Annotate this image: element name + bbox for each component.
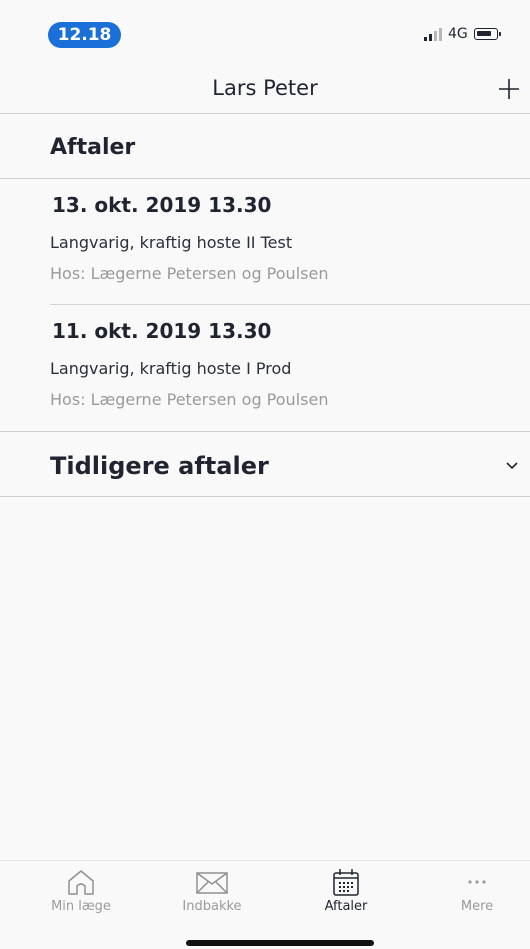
appointment-reason: Langvarig, kraftig hoste II Test xyxy=(50,233,293,252)
house-icon xyxy=(68,870,94,895)
nav-bar: Lars Peter xyxy=(0,62,530,114)
envelope-icon xyxy=(196,872,228,894)
appointments-section-title: Aftaler xyxy=(50,135,136,160)
tab-min-laege[interactable]: Min læge xyxy=(31,867,131,923)
tab-label: Indbakke xyxy=(182,899,242,914)
appointment-clinic: Hos: Lægerne Petersen og Poulsen xyxy=(50,390,329,409)
status-indicators: 4G xyxy=(424,25,501,43)
appointment-reason: Langvarig, kraftig hoste I Prod xyxy=(50,359,292,378)
chevron-down-icon xyxy=(506,462,518,470)
earlier-appointments-title: Tidligere aftaler xyxy=(50,452,269,480)
appointment-date: 11. okt. 2019 13.30 xyxy=(52,319,272,343)
earlier-appointments-toggle[interactable]: Tidligere aftaler xyxy=(0,431,530,497)
appointment-date: 13. okt. 2019 13.30 xyxy=(52,193,272,217)
battery-icon xyxy=(473,28,501,40)
plus-icon xyxy=(499,79,519,99)
status-time: 12.18 xyxy=(48,22,121,48)
appointments-section-header: Aftaler xyxy=(0,114,530,179)
status-bar: 12.18 4G xyxy=(0,0,530,62)
tab-indbakke[interactable]: Indbakke xyxy=(162,867,262,923)
tab-label: Min læge xyxy=(51,899,111,914)
add-appointment-button[interactable] xyxy=(494,74,524,104)
calendar-icon xyxy=(333,869,359,896)
appointment-item[interactable]: 13. okt. 2019 13.30 Langvarig, kraftig h… xyxy=(50,179,530,305)
tab-label: Mere xyxy=(460,899,494,914)
network-type: 4G xyxy=(448,26,468,42)
tab-label: Aftaler xyxy=(324,899,368,914)
page-title: Lars Peter xyxy=(212,76,318,100)
appointment-clinic: Hos: Lægerne Petersen og Poulsen xyxy=(50,264,329,283)
tab-bar: Min læge Indbakke Aftaler Mere xyxy=(0,860,530,949)
tab-mere[interactable]: Mere xyxy=(427,867,527,923)
signal-icon xyxy=(424,27,442,41)
tab-aftaler[interactable]: Aftaler xyxy=(296,867,396,923)
appointment-item[interactable]: 11. okt. 2019 13.30 Langvarig, kraftig h… xyxy=(50,305,530,431)
more-dots-icon xyxy=(468,880,486,884)
home-indicator xyxy=(186,940,374,946)
